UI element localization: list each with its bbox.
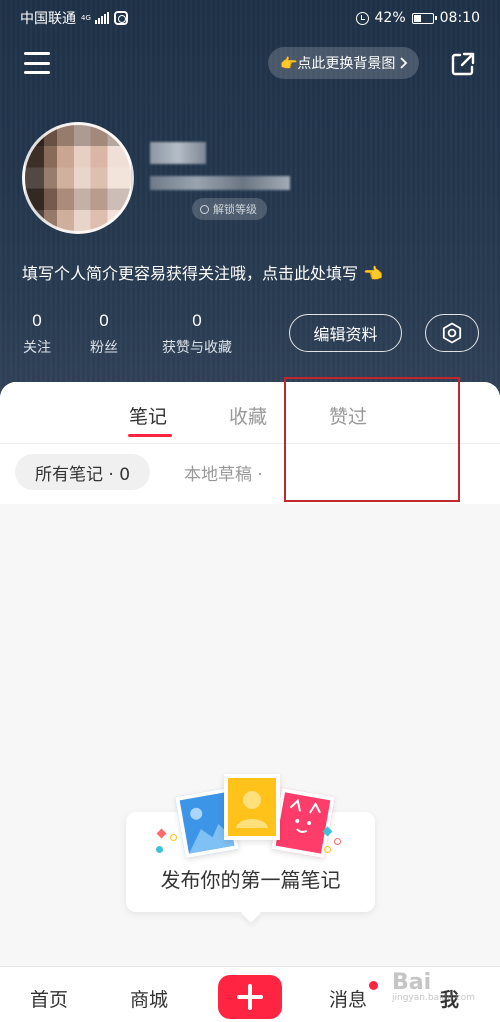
stat-value: 0 — [99, 311, 109, 330]
change-background-label: 👉点此更换背景图 — [280, 56, 396, 72]
stat-fans[interactable]: 0 粉丝 — [88, 311, 120, 357]
stat-label: 粉丝 — [90, 340, 118, 356]
bio-prompt[interactable]: 填写个人简介更容易获得关注哦，点击此处填写 👈 — [22, 260, 383, 284]
avatar[interactable] — [22, 122, 134, 234]
stat-label: 关注 — [23, 340, 51, 356]
battery-icon — [411, 12, 437, 24]
signal-icon — [95, 12, 109, 24]
sparkle-icon — [170, 834, 177, 841]
user-id-blurred — [150, 176, 290, 190]
stat-following[interactable]: 0 关注 — [22, 311, 52, 357]
empty-state[interactable]: 发布你的第一篇笔记 — [126, 772, 375, 932]
nav-home[interactable]: 首页 — [30, 985, 68, 1012]
edit-profile-button[interactable]: 编辑资料 — [289, 314, 402, 352]
filter-all-notes[interactable]: 所有笔记 · 0 — [15, 454, 151, 490]
tab-collections[interactable]: 收藏 — [229, 402, 267, 429]
unread-dot — [369, 981, 378, 990]
level-icon — [200, 204, 209, 214]
level-chip[interactable]: 解锁等级 — [192, 198, 267, 220]
sparkle-icon — [324, 846, 331, 853]
highlight-annotation — [284, 377, 460, 502]
watermark: Bai jingyan.baidu.com — [392, 970, 475, 1003]
level-chip-label: 解锁等级 — [213, 203, 257, 216]
clock: 08:10 — [439, 10, 480, 26]
active-tab-indicator — [128, 434, 172, 437]
alarm-icon — [355, 11, 369, 25]
carrier-label: 中国联通 — [20, 11, 76, 27]
network-type: 4G — [81, 13, 91, 22]
stat-value: 0 — [192, 311, 202, 330]
watermark-brand: Bai — [392, 970, 432, 995]
share-icon[interactable] — [450, 51, 476, 77]
change-background-button[interactable]: 👉点此更换背景图 — [268, 47, 420, 79]
username-blurred — [150, 142, 206, 164]
nav-messages[interactable]: 消息 — [329, 985, 367, 1012]
profile-header: 中国联通 4G 42% 08:10 👉点此更换背景图 解锁等级 填写个人简介更容… — [0, 0, 500, 400]
plus-icon — [237, 984, 263, 1010]
stat-label: 获赞与收藏 — [162, 340, 232, 356]
stat-value: 0 — [32, 311, 42, 330]
stat-likes-collects[interactable]: 0 获赞与收藏 — [158, 311, 236, 357]
nav-mall[interactable]: 商城 — [130, 985, 168, 1012]
tab-notes[interactable]: 笔记 — [129, 402, 167, 429]
filter-local-drafts[interactable]: 本地草稿 · — [184, 454, 263, 490]
app-notification-icon — [114, 11, 128, 25]
sparkle-icon — [334, 838, 341, 845]
status-bar: 中国联通 4G 42% 08:10 — [0, 0, 500, 36]
settings-button[interactable] — [425, 314, 479, 352]
post-button[interactable] — [218, 975, 282, 1019]
settings-icon — [442, 322, 462, 344]
chevron-right-icon — [400, 57, 408, 69]
menu-icon[interactable] — [24, 52, 50, 74]
sparkle-icon — [156, 846, 163, 853]
battery-percent: 42% — [374, 10, 406, 26]
empty-state-message: 发布你的第一篇笔记 — [160, 868, 341, 892]
portrait-illustration-icon — [224, 774, 280, 840]
watermark-url: jingyan.baidu.com — [392, 993, 476, 1003]
